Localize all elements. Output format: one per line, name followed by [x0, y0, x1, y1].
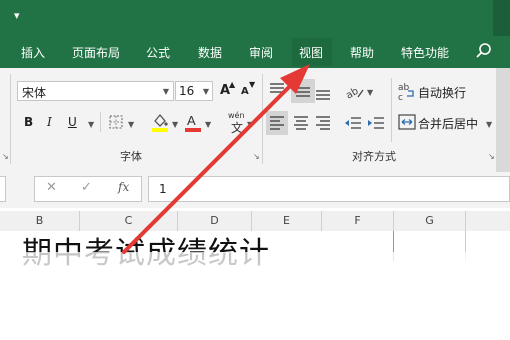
clipboard-group-launcher-icon[interactable]: ↘: [2, 152, 9, 161]
font-name-combobox[interactable]: 宋体 ▼: [17, 81, 174, 101]
name-box[interactable]: [0, 176, 6, 202]
separator: [100, 112, 101, 132]
svg-text:ab: ab: [344, 86, 360, 101]
svg-text:文: 文: [231, 120, 243, 134]
title-bar-edge: [493, 0, 510, 36]
decrease-indent-icon[interactable]: [343, 112, 363, 134]
font-name-dropdown-icon[interactable]: ▼: [163, 87, 169, 96]
fill-color-icon[interactable]: [150, 111, 170, 133]
merge-center-icon[interactable]: [398, 113, 416, 131]
font-name-value: 宋体: [22, 86, 47, 100]
alignment-group-launcher-icon[interactable]: ↘: [488, 152, 495, 161]
bold-button[interactable]: B: [24, 115, 33, 129]
tab-insert[interactable]: 插入: [21, 44, 45, 61]
phonetic-guide-icon[interactable]: wén 文: [226, 110, 248, 134]
orientation-icon[interactable]: ab: [344, 81, 366, 101]
cancel-icon[interactable]: ✕: [46, 180, 57, 195]
quick-access-dropdown[interactable]: ▾: [14, 9, 20, 22]
border-dropdown-icon[interactable]: ▼: [128, 120, 134, 129]
align-right-icon[interactable]: [314, 112, 332, 134]
tab-review[interactable]: 审阅: [249, 44, 273, 61]
font-color-icon[interactable]: A: [184, 111, 202, 133]
separator: [391, 78, 392, 142]
border-icon[interactable]: [108, 114, 124, 130]
title-bar: [0, 0, 510, 36]
formula-buttons: ✕ ✓ fx: [34, 176, 142, 202]
svg-text:c: c: [398, 93, 403, 101]
svg-text:wén: wén: [228, 110, 245, 120]
align-middle-icon[interactable]: [294, 80, 312, 102]
ribbon-scroll-edge: [496, 68, 510, 172]
enter-check-icon[interactable]: ✓: [81, 180, 92, 195]
align-center-icon[interactable]: [292, 112, 310, 134]
font-color-dropdown-icon[interactable]: ▼: [205, 120, 211, 129]
merge-center-dropdown-icon[interactable]: ▼: [486, 120, 492, 129]
tab-help[interactable]: 帮助: [350, 44, 374, 61]
italic-button[interactable]: I: [47, 115, 52, 129]
font-size-value: 16: [179, 84, 195, 98]
underline-button[interactable]: U: [68, 115, 77, 129]
font-size-combobox[interactable]: 16 ▼: [175, 81, 213, 101]
font-size-dropdown-icon[interactable]: ▼: [203, 87, 209, 96]
column-header-f[interactable]: F: [322, 211, 394, 231]
decrease-font-caret-icon: ▼: [249, 80, 256, 89]
overlay-fade: [0, 252, 510, 340]
merge-center-button[interactable]: 合并后居中: [418, 115, 478, 132]
underline-dropdown-icon[interactable]: ▼: [88, 120, 94, 129]
wrap-text-icon[interactable]: ab c: [398, 81, 416, 101]
tab-view[interactable]: 视图: [299, 44, 323, 61]
increase-font-caret-icon: ▲: [229, 80, 236, 89]
insert-function-button[interactable]: fx: [118, 180, 129, 194]
group-separator: [10, 74, 11, 164]
tab-special-features[interactable]: 特色功能: [401, 44, 449, 61]
align-top-icon[interactable]: [268, 80, 286, 102]
tab-formulas[interactable]: 公式: [146, 44, 170, 61]
align-left-icon[interactable]: [268, 112, 286, 134]
align-bottom-icon[interactable]: [314, 80, 332, 102]
orientation-dropdown-icon[interactable]: ▼: [367, 88, 373, 97]
search-icon[interactable]: [474, 41, 494, 61]
group-separator: [262, 74, 263, 164]
font-group-launcher-icon[interactable]: ↘: [253, 152, 260, 161]
font-group-label: 字体: [120, 150, 142, 163]
fill-color-dropdown-icon[interactable]: ▼: [172, 120, 178, 129]
wrap-text-button[interactable]: 自动换行: [418, 84, 466, 101]
decrease-font-size-button[interactable]: A: [241, 86, 249, 97]
phonetic-dropdown-icon[interactable]: ▼: [247, 120, 253, 129]
increase-indent-icon[interactable]: [366, 112, 386, 134]
formula-input[interactable]: 1: [148, 176, 510, 202]
svg-text:ab: ab: [398, 83, 410, 93]
tab-page-layout[interactable]: 页面布局: [72, 44, 120, 61]
svg-text:A: A: [187, 113, 196, 128]
column-header-g[interactable]: G: [394, 211, 466, 231]
tab-data[interactable]: 数据: [198, 44, 222, 61]
alignment-group-label: 对齐方式: [352, 150, 396, 163]
